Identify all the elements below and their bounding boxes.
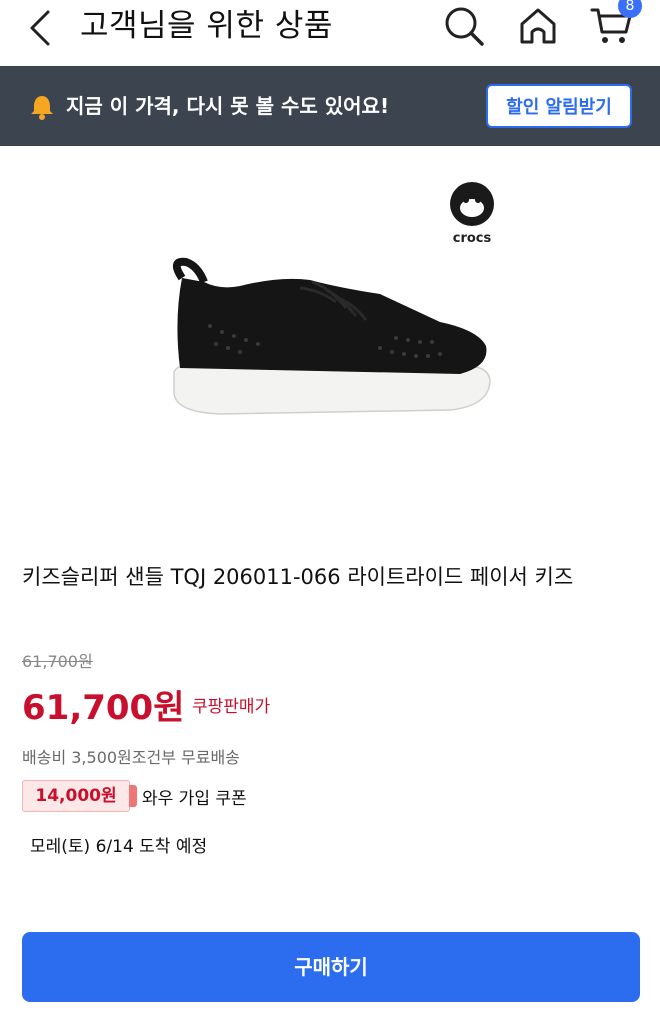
coupon-badge: 14,000원 bbox=[22, 780, 137, 812]
bell-icon bbox=[30, 94, 54, 120]
shipping-info: 배송비 3,500원조건부 무료배송 bbox=[22, 748, 240, 767]
bottom-spacer bbox=[0, 1008, 660, 1024]
top-bar: 고객님을 위한 상품 8 bbox=[0, 0, 660, 66]
back-icon[interactable] bbox=[22, 6, 62, 50]
product-image: crocs bbox=[160, 170, 520, 440]
delivery-date: 모레(토) 6/14 도착 예정 bbox=[30, 837, 208, 857]
page-title: 고객님을 위한 상품 bbox=[80, 8, 333, 44]
price-alert-button[interactable]: 할인 알림받기 bbox=[486, 84, 632, 128]
coupon-label: 와우 가입 쿠폰 bbox=[142, 789, 247, 809]
product-name[interactable]: 키즈슬리퍼 샌들 TQJ 206011-066 라이트라이드 페이서 키즈 bbox=[22, 560, 622, 594]
svg-text:crocs: crocs bbox=[453, 231, 492, 246]
buy-button[interactable]: 구매하기 bbox=[22, 932, 640, 1002]
discount-banner: 지금 이 가격, 다시 못 볼 수도 있어요! 할인 알림받기 bbox=[0, 66, 660, 146]
sale-price: 61,700원 bbox=[22, 688, 185, 728]
original-price: 61,700원 bbox=[22, 652, 93, 671]
crocs-logo: crocs bbox=[450, 182, 494, 246]
home-icon[interactable] bbox=[514, 2, 562, 50]
search-icon[interactable] bbox=[440, 2, 488, 50]
cart-count-badge: 8 bbox=[618, 0, 642, 18]
price-label: 쿠팡판매가 bbox=[192, 697, 271, 717]
banner-text: 지금 이 가격, 다시 못 볼 수도 있어요! bbox=[66, 94, 390, 118]
